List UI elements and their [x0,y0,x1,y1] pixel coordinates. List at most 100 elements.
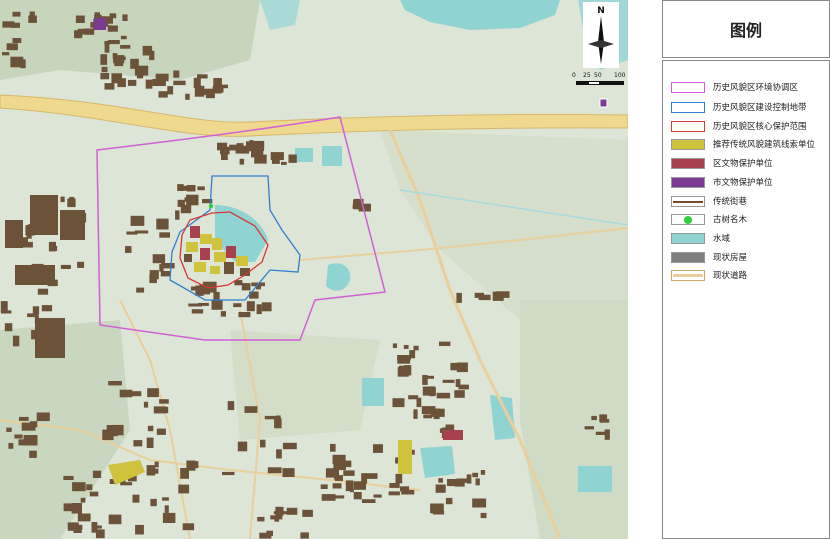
building [330,443,336,452]
building [282,468,295,477]
legend-swatch [671,232,705,244]
building [14,434,23,439]
building [114,62,124,67]
scale-bar-segment [576,81,624,85]
building [2,21,15,28]
building [91,522,98,533]
building [18,416,29,421]
building [133,440,143,447]
building [193,77,201,89]
building [227,401,235,411]
building [413,409,418,419]
building [27,313,35,318]
building [15,265,55,285]
building [101,66,108,73]
building [108,381,122,386]
building [147,388,159,398]
legend-item: 传统街巷 [671,193,829,209]
building [100,73,110,80]
building [73,529,82,533]
pond [420,446,455,478]
building [320,484,328,489]
legend-swatch [671,101,705,113]
building [244,406,258,413]
map-view[interactable]: N 0 25 50 100 [0,0,628,539]
building [142,45,153,56]
building [155,406,169,414]
city-heritage-site [599,98,608,108]
legend-swatch [671,213,705,225]
building [438,478,443,483]
building [185,93,190,100]
building [130,58,139,69]
legend-label: 现状房屋 [713,253,748,263]
building [272,153,280,164]
building [4,323,13,332]
building [131,391,142,397]
building [260,439,266,448]
building [281,161,287,165]
building [6,43,18,51]
scale-bar: 0 25 50 100 [572,72,628,94]
building [238,312,251,318]
building [21,241,33,248]
legend-item: 推荐传统风貌建筑线索单位 [671,136,829,152]
building [20,59,26,69]
north-arrow: N [583,2,619,68]
building [192,461,199,469]
building [595,431,606,435]
building [195,285,204,296]
legend-swatch [671,176,705,188]
building [113,55,125,64]
building [48,241,56,252]
field-area [520,300,628,539]
building [254,154,267,164]
scale-label: 50 [594,72,602,79]
legend-swatch [671,251,705,263]
building [435,484,446,493]
building [41,305,53,312]
building [229,144,242,151]
building [480,512,487,519]
building [392,343,397,348]
building [167,86,174,95]
building [5,220,23,248]
district-heritage-site [443,430,463,440]
building [191,309,204,314]
building [12,11,21,17]
ancient-tree-marker[interactable] [208,203,214,209]
building [146,437,154,448]
building [37,288,49,295]
building [395,473,403,484]
building [136,287,145,293]
legend-item: 历史风貌区核心保护范围 [671,118,829,134]
building [222,471,235,476]
building [397,359,411,364]
legend-label: 水域 [713,234,731,244]
building [143,401,149,408]
scale-bar-segment [588,81,600,85]
legend-swatch [671,81,705,93]
building [353,492,362,500]
legend-item: 古树名木 [671,211,829,227]
building [86,484,93,491]
building [212,86,222,94]
building [122,14,128,21]
building [8,443,14,449]
building [32,306,40,314]
legend-panel: 图例 历史风貌区环境协调区 历史风貌区建设控制地带 历史风貌区核心保护范围 推荐传统风… [662,0,830,539]
building [404,365,412,376]
building [474,292,484,298]
building [436,392,451,399]
legend-label: 传统街巷 [713,197,748,207]
building [397,355,411,361]
building [35,318,65,358]
building [158,91,168,98]
building [591,415,597,421]
building [120,45,131,49]
building [408,395,419,400]
building [423,414,433,419]
building [159,232,170,238]
building [186,194,199,206]
north-arrow-icon: N [583,2,619,68]
